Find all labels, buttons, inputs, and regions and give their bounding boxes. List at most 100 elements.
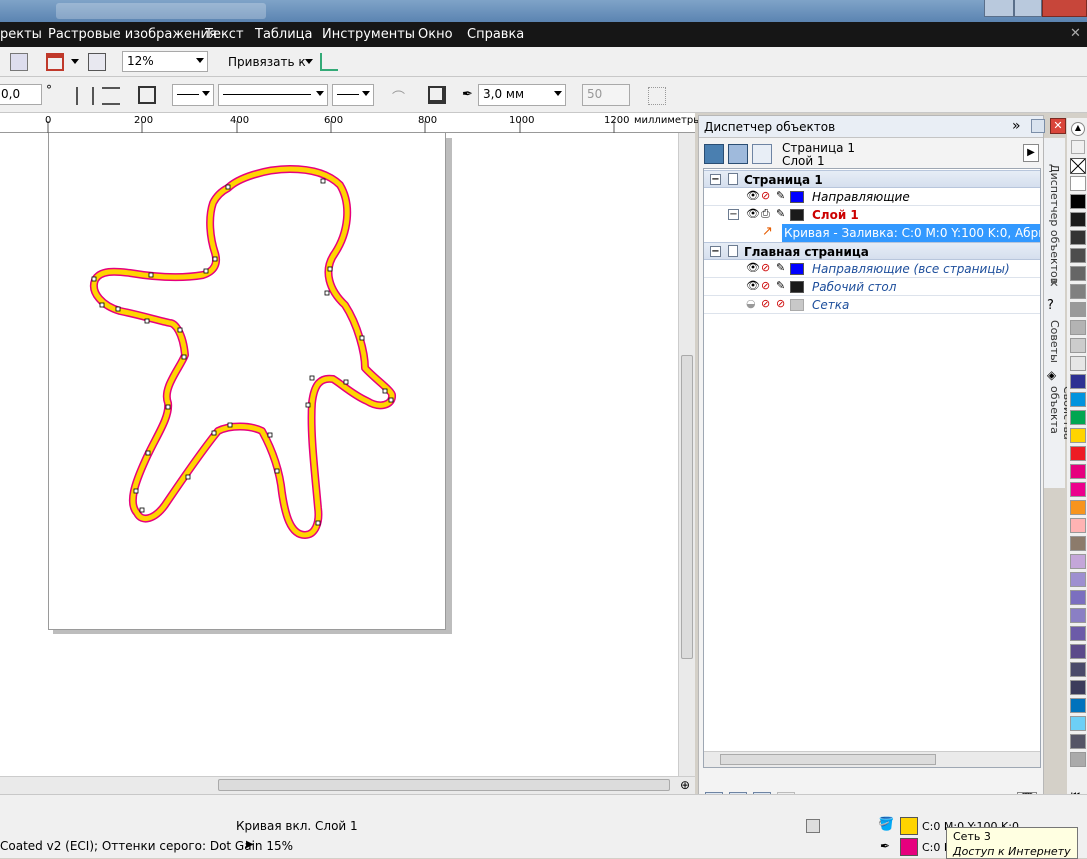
mirror-horizontal-icon[interactable]: [76, 87, 94, 105]
palette-swatch[interactable]: [1070, 464, 1086, 479]
palette-swatch[interactable]: [1070, 572, 1086, 587]
pencil-icon[interactable]: ✎: [776, 207, 785, 220]
eye-icon[interactable]: 👁: [746, 261, 760, 274]
palette-scroll-up-icon[interactable]: ▲: [1071, 122, 1085, 136]
layer-color-swatch[interactable]: [790, 263, 804, 275]
wrap-icon[interactable]: [428, 86, 446, 104]
palette-swatch[interactable]: [1070, 374, 1086, 389]
palette-swatch[interactable]: [1070, 230, 1086, 245]
pencil-icon[interactable]: ✎: [776, 279, 785, 292]
snap-to-label[interactable]: Привязать к: [228, 55, 306, 69]
docker-minimize-button[interactable]: [1031, 119, 1045, 133]
fill-color-swatch[interactable]: [900, 817, 918, 835]
line-style-select[interactable]: [218, 84, 328, 106]
palette-swatch[interactable]: [1070, 518, 1086, 533]
layer-color-swatch[interactable]: [790, 299, 804, 311]
tree-row-grid[interactable]: ◒ ⊘ ⊘ Сетка: [704, 296, 1040, 314]
printer-icon[interactable]: ⎙: [761, 207, 770, 221]
minimize-button[interactable]: [984, 0, 1014, 17]
vertical-scrollbar[interactable]: [678, 133, 695, 776]
palette-swatch[interactable]: [1070, 266, 1086, 281]
gingerbread-curve[interactable]: [0, 133, 678, 776]
palette-swatch[interactable]: [1070, 428, 1086, 443]
show-properties-icon[interactable]: [704, 144, 724, 164]
profile-arrow-icon[interactable]: ▶: [246, 839, 254, 850]
print-icon[interactable]: [10, 53, 28, 71]
palette-swatch[interactable]: [1070, 338, 1086, 353]
no-print-icon[interactable]: ⊘: [761, 261, 770, 274]
tree-row-master[interactable]: − Главная страница: [704, 242, 1040, 260]
eyedropper-icon[interactable]: [1071, 140, 1085, 154]
palette-swatch[interactable]: [1070, 212, 1086, 227]
mirror-vertical-icon[interactable]: [102, 87, 120, 105]
snap-dropdown-icon[interactable]: [305, 59, 313, 64]
palette-swatch[interactable]: [1070, 734, 1086, 749]
menu-bitmaps[interactable]: Растровые изображения: [48, 27, 217, 42]
outline-width-select[interactable]: 3,0 мм: [478, 84, 566, 106]
docker-close-icon[interactable]: ✕: [1050, 118, 1066, 134]
vertical-scroll-thumb[interactable]: [681, 355, 693, 659]
palette-swatch[interactable]: [1070, 698, 1086, 713]
wrap-text-icon[interactable]: [138, 86, 156, 104]
palette-swatch[interactable]: [1070, 500, 1086, 515]
palette-swatch[interactable]: [1070, 356, 1086, 371]
palette-swatch[interactable]: [1070, 194, 1086, 209]
collapse-icon[interactable]: −: [710, 246, 721, 257]
locked-pencil-icon[interactable]: ⊘: [776, 297, 785, 310]
palette-swatch[interactable]: [1070, 752, 1086, 767]
palette-swatch[interactable]: [1070, 626, 1086, 641]
docker-expand-icon[interactable]: »: [1012, 118, 1021, 134]
close-window-button[interactable]: [1042, 0, 1087, 17]
menu-tools[interactable]: Инструменты: [322, 27, 415, 42]
welcome-screen-icon[interactable]: [88, 53, 106, 71]
zoom-navigator-icon[interactable]: ⊕: [680, 778, 690, 792]
tree-row-layer1[interactable]: − 👁 ⎙ ✎ Слой 1: [704, 206, 1040, 224]
menu-text[interactable]: Текст: [205, 27, 244, 42]
tab-close-icon[interactable]: ✕: [1049, 276, 1059, 290]
horizontal-ruler[interactable]: 0 200 400 600 800 1000 1200 миллиметры: [0, 113, 701, 133]
network-status-icon[interactable]: [806, 819, 820, 833]
palette-swatch[interactable]: [1070, 446, 1086, 461]
tree-row-guides[interactable]: 👁 ⊘ ✎ Направляющие: [704, 188, 1040, 206]
tree-row-page1[interactable]: − Страница 1: [704, 170, 1040, 188]
tab-object-manager[interactable]: Диспетчер объектов: [1048, 164, 1061, 284]
docker-hscrollbar[interactable]: [704, 751, 1040, 767]
collapse-icon[interactable]: −: [710, 174, 721, 185]
rotation-angle-input[interactable]: 0,0: [0, 84, 42, 105]
docker-menu-button[interactable]: ▶: [1023, 144, 1039, 162]
drawing-canvas[interactable]: [0, 133, 678, 776]
miter-limit-input[interactable]: 50: [582, 84, 630, 106]
eye-icon[interactable]: 👁: [746, 207, 760, 220]
edit-across-layers-icon[interactable]: [728, 144, 748, 164]
layer-color-swatch[interactable]: [790, 191, 804, 203]
collapse-icon[interactable]: −: [728, 209, 739, 220]
close-curve-icon[interactable]: ⌒: [392, 87, 410, 106]
eye-icon[interactable]: 👁: [746, 279, 760, 292]
palette-swatch[interactable]: [1070, 608, 1086, 623]
pencil-icon[interactable]: ✎: [776, 189, 785, 202]
options-icon[interactable]: [320, 53, 338, 71]
menu-help[interactable]: Справка: [467, 27, 524, 42]
horizontal-scroll-thumb[interactable]: [218, 779, 670, 791]
palette-swatch[interactable]: [1070, 410, 1086, 425]
palette-swatch[interactable]: [1070, 248, 1086, 263]
chevron-down-icon[interactable]: [71, 59, 79, 64]
tab-hints[interactable]: Советы: [1048, 320, 1061, 363]
tree-row-guides-all[interactable]: 👁 ⊘ ✎ Направляющие (все страницы): [704, 260, 1040, 278]
no-print-icon[interactable]: ⊘: [761, 189, 770, 202]
palette-swatch[interactable]: [1070, 554, 1086, 569]
convert-icon[interactable]: [648, 87, 666, 105]
menu-table[interactable]: Таблица: [255, 27, 313, 42]
menu-effects[interactable]: ректы: [0, 27, 42, 42]
no-print-icon[interactable]: ⊘: [761, 279, 770, 292]
menu-window[interactable]: Окно: [418, 27, 453, 42]
palette-swatch[interactable]: [1070, 716, 1086, 731]
palette-swatch[interactable]: [1070, 590, 1086, 605]
layer-color-swatch[interactable]: [790, 281, 804, 293]
horizontal-scrollbar[interactable]: ⊕: [0, 776, 695, 794]
publish-icon[interactable]: [46, 53, 64, 71]
palette-swatch[interactable]: [1070, 302, 1086, 317]
tree-row-desktop[interactable]: 👁 ⊘ ✎ Рабочий стол: [704, 278, 1040, 296]
palette-swatch[interactable]: [1070, 392, 1086, 407]
menu-close-icon[interactable]: ✕: [1070, 26, 1081, 41]
